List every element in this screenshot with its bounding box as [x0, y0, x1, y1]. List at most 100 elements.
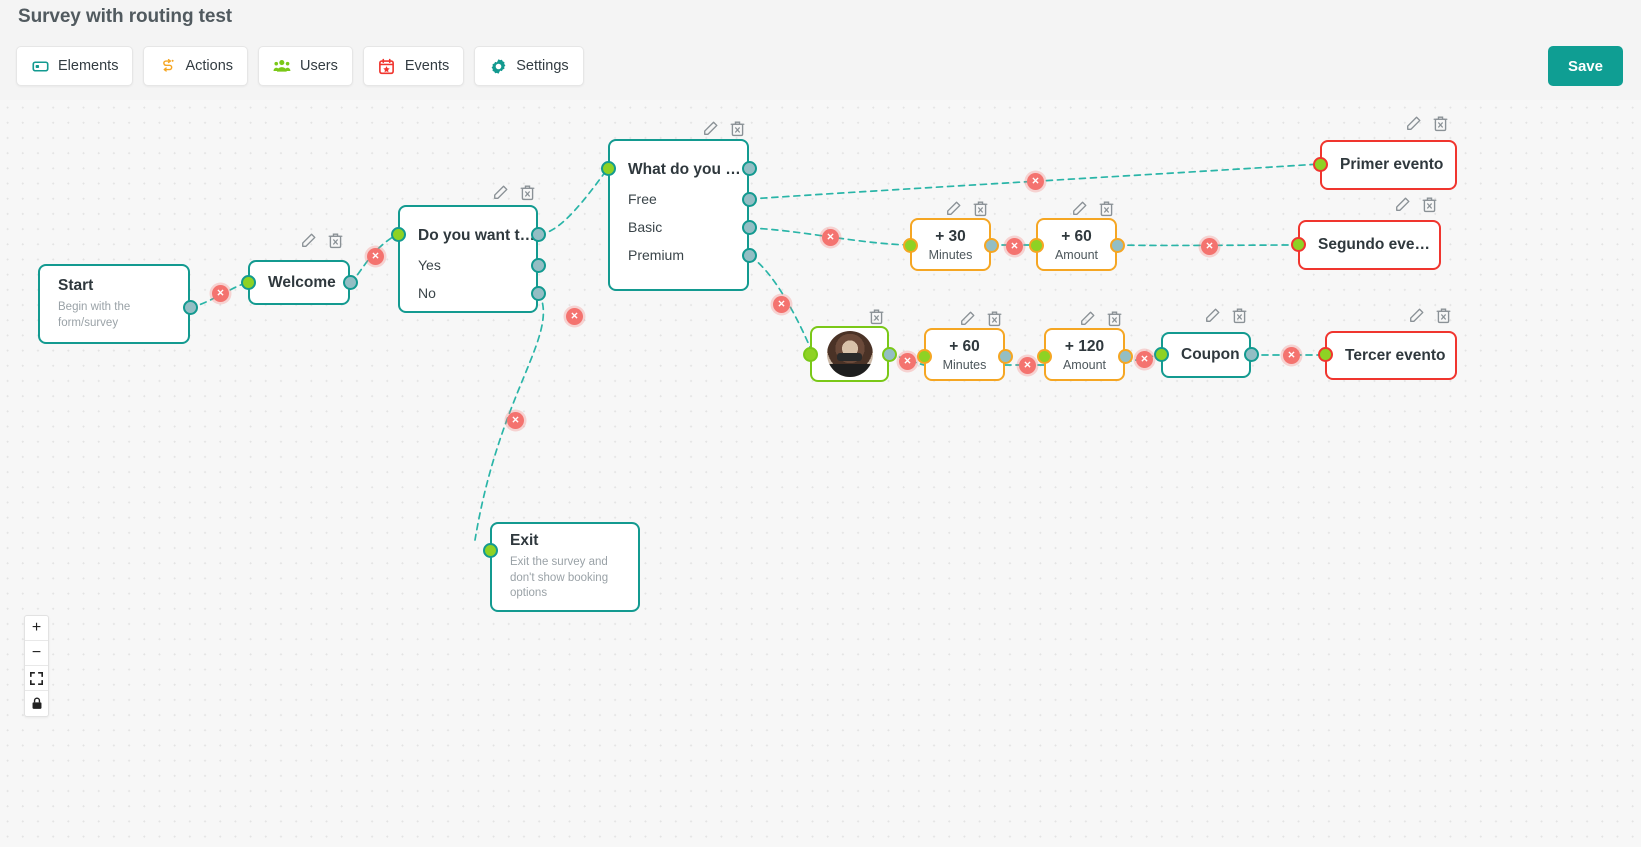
port-coupon-in[interactable]: [1154, 347, 1169, 362]
delete-trash-icon[interactable]: [327, 232, 344, 249]
port-welcome-out[interactable]: [343, 275, 358, 290]
port-start-out[interactable]: [183, 300, 198, 315]
edit-pencil-icon[interactable]: [702, 120, 719, 137]
edit-pencil-icon[interactable]: [492, 184, 509, 201]
edge-delete-badge[interactable]: ✕: [367, 248, 384, 265]
node-action-30-minutes[interactable]: + 30 Minutes: [910, 218, 991, 271]
node-action-120-amount-unit: Amount: [1062, 357, 1107, 372]
port-coupon-out[interactable]: [1244, 347, 1259, 362]
port-act120a-in[interactable]: [1037, 349, 1052, 364]
node-what-do-you[interactable]: What do you … Free Basic Premium: [608, 139, 749, 291]
delete-trash-icon[interactable]: [986, 310, 1003, 327]
node-start[interactable]: Start Begin with the form/survey: [38, 264, 190, 344]
edge-delete-badge[interactable]: ✕: [1006, 238, 1023, 255]
port-act60a-out[interactable]: [1110, 238, 1125, 253]
edit-pencil-icon[interactable]: [945, 200, 962, 217]
node-action-60-minutes[interactable]: + 60 Minutes: [924, 328, 1005, 381]
node-what-do-you-option-free[interactable]: Free: [610, 191, 675, 207]
edit-pencil-icon[interactable]: [1405, 115, 1422, 132]
edge-delete-badge[interactable]: ✕: [507, 412, 524, 429]
edit-pencil-icon[interactable]: [1071, 200, 1088, 217]
node-event-primer[interactable]: Primer evento: [1320, 140, 1457, 190]
edge-delete-badge[interactable]: ✕: [212, 285, 229, 302]
node-action-120-amount[interactable]: + 120 Amount: [1044, 328, 1125, 381]
flow-canvas[interactable]: Start Begin with the form/survey Welcome…: [0, 100, 1641, 847]
port-act60m-out[interactable]: [998, 349, 1013, 364]
port-whatdo-out-free[interactable]: [742, 192, 757, 207]
delete-trash-icon[interactable]: [1106, 310, 1123, 327]
tab-actions[interactable]: Actions: [143, 46, 249, 86]
port-welcome-in[interactable]: [241, 275, 256, 290]
delete-trash-icon[interactable]: [868, 308, 885, 325]
lock-toggle-button[interactable]: [25, 691, 48, 716]
edit-pencil-icon[interactable]: [959, 310, 976, 327]
node-do-you-want[interactable]: Do you want t… Yes No: [398, 205, 538, 313]
port-whatdo-out-premium[interactable]: [742, 248, 757, 263]
node-exit[interactable]: Exit Exit the survey and don't show book…: [490, 522, 640, 612]
tab-settings[interactable]: Settings: [474, 46, 584, 86]
node-whatdo-actions: [702, 120, 746, 137]
edge-delete-badge[interactable]: ✕: [1019, 357, 1036, 374]
node-start-subtitle: Begin with the form/survey: [58, 300, 131, 329]
node-action-60-amount[interactable]: + 60 Amount: [1036, 218, 1117, 271]
port-whatdo-in[interactable]: [601, 161, 616, 176]
node-event-segundo[interactable]: Segundo eve…: [1298, 220, 1441, 270]
port-user-in[interactable]: [803, 347, 818, 362]
node-coupon[interactable]: Coupon: [1161, 332, 1251, 378]
edge-delete-badge[interactable]: ✕: [1027, 173, 1044, 190]
delete-trash-icon[interactable]: [1432, 115, 1449, 132]
node-do-you-want-option-no[interactable]: No: [400, 285, 454, 301]
port-doyou-out-0[interactable]: [531, 227, 546, 242]
edge-delete-badge[interactable]: ✕: [899, 353, 916, 370]
port-act60a-in[interactable]: [1029, 238, 1044, 253]
edge-delete-badge[interactable]: ✕: [1283, 347, 1300, 364]
edit-pencil-icon[interactable]: [1204, 307, 1221, 324]
delete-trash-icon[interactable]: [972, 200, 989, 217]
node-what-do-you-option-premium[interactable]: Premium: [610, 247, 702, 263]
edge-delete-badge[interactable]: ✕: [1136, 351, 1153, 368]
tab-events[interactable]: Events: [362, 46, 465, 86]
port-ev3-in[interactable]: [1318, 347, 1333, 362]
edit-pencil-icon[interactable]: [1408, 307, 1425, 324]
zoom-in-button[interactable]: +: [25, 616, 48, 641]
zoom-out-button[interactable]: −: [25, 641, 48, 666]
delete-trash-icon[interactable]: [1098, 200, 1115, 217]
edge-delete-badge[interactable]: ✕: [822, 229, 839, 246]
tab-elements[interactable]: Elements: [16, 46, 134, 86]
port-ev2-in[interactable]: [1291, 237, 1306, 252]
port-doyou-out-yes[interactable]: [531, 258, 546, 273]
port-doyou-in[interactable]: [391, 227, 406, 242]
delete-trash-icon[interactable]: [519, 184, 536, 201]
delete-trash-icon[interactable]: [1421, 196, 1438, 213]
port-doyou-out-no[interactable]: [531, 286, 546, 301]
node-exit-title: Exit: [510, 532, 539, 550]
port-whatdo-out-basic[interactable]: [742, 220, 757, 235]
node-event-tercer[interactable]: Tercer evento: [1325, 331, 1457, 380]
edge-delete-badge[interactable]: ✕: [1201, 238, 1218, 255]
node-user[interactable]: [810, 326, 889, 382]
node-what-do-you-option-basic[interactable]: Basic: [610, 219, 680, 235]
port-exit-in[interactable]: [483, 543, 498, 558]
fit-view-button[interactable]: [25, 666, 48, 691]
save-button[interactable]: Save: [1547, 46, 1623, 86]
delete-trash-icon[interactable]: [729, 120, 746, 137]
port-ev1-in[interactable]: [1313, 157, 1328, 172]
port-act30m-out[interactable]: [984, 238, 999, 253]
port-whatdo-out-0[interactable]: [742, 161, 757, 176]
node-act30m-actions: [945, 200, 989, 217]
edge-delete-badge[interactable]: ✕: [566, 308, 583, 325]
edit-pencil-icon[interactable]: [1079, 310, 1096, 327]
port-act30m-in[interactable]: [903, 238, 918, 253]
node-do-you-want-option-yes[interactable]: Yes: [400, 257, 459, 273]
delete-trash-icon[interactable]: [1435, 307, 1452, 324]
port-act60m-in[interactable]: [917, 349, 932, 364]
port-act120a-out[interactable]: [1118, 349, 1133, 364]
edge-delete-badge[interactable]: ✕: [773, 296, 790, 313]
edit-pencil-icon[interactable]: [300, 232, 317, 249]
delete-trash-icon[interactable]: [1231, 307, 1248, 324]
edit-pencil-icon[interactable]: [1394, 196, 1411, 213]
node-welcome[interactable]: Welcome: [248, 260, 350, 305]
node-what-do-you-title: What do you …: [628, 161, 741, 178]
tab-users[interactable]: Users: [258, 46, 353, 86]
port-user-out[interactable]: [882, 347, 897, 362]
